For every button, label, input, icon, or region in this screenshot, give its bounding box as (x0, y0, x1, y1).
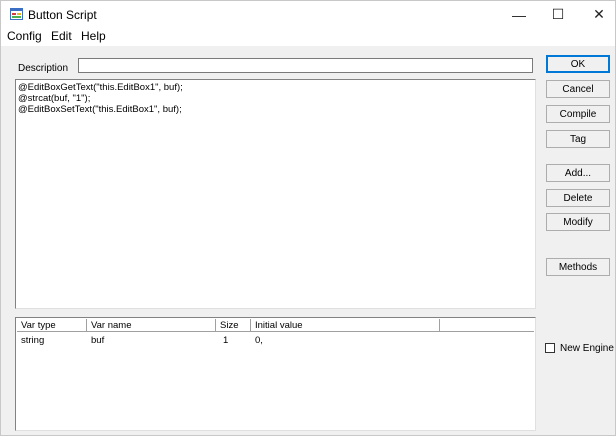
button-script-window: Button Script — ☐ ✕ Config Edit Help Des… (0, 0, 616, 436)
menu-help[interactable]: Help (81, 29, 106, 43)
delete-button[interactable]: Delete (546, 189, 610, 207)
app-icon (10, 8, 23, 20)
description-input[interactable] (78, 58, 533, 73)
variable-table-header: Var type Var name Size Initial value (17, 319, 534, 332)
script-line: @EditBoxSetText("this.EditBox1", buf); (18, 104, 182, 115)
add-button[interactable]: Add... (546, 164, 610, 182)
new-engine-checkbox[interactable] (545, 343, 555, 353)
title-bar: Button Script — ☐ ✕ (1, 1, 615, 28)
column-var-type[interactable]: Var type (17, 319, 87, 332)
cell-var-name: buf (91, 335, 105, 346)
cancel-button[interactable]: Cancel (546, 80, 610, 98)
new-engine-checkbox-group[interactable]: New Engine (545, 342, 614, 354)
window-title: Button Script (28, 8, 97, 22)
new-engine-label[interactable]: New Engine (560, 343, 614, 354)
ok-button[interactable]: OK (546, 55, 610, 73)
cell-var-type: string (21, 335, 45, 346)
column-size[interactable]: Size (216, 319, 251, 332)
compile-button[interactable]: Compile (546, 105, 610, 123)
cell-initial-value: 0, (255, 335, 263, 346)
minimize-button[interactable]: — (499, 1, 539, 28)
menu-config[interactable]: Config (7, 29, 42, 43)
close-button[interactable]: ✕ (579, 1, 616, 28)
column-var-name[interactable]: Var name (87, 319, 216, 332)
script-line: @strcat(buf, "1"); (18, 93, 91, 104)
menu-edit[interactable]: Edit (51, 29, 72, 43)
close-icon: ✕ (593, 6, 605, 22)
table-row[interactable]: string buf 1 0, (17, 335, 534, 347)
modify-button[interactable]: Modify (546, 213, 610, 231)
script-editor[interactable]: @EditBoxGetText("this.EditBox1", buf); @… (15, 79, 536, 309)
maximize-icon: ☐ (551, 6, 565, 22)
menu-bar: Config Edit Help (1, 28, 615, 46)
methods-button[interactable]: Methods (546, 258, 610, 276)
description-label: Description (18, 63, 69, 74)
column-initial-value[interactable]: Initial value (251, 319, 440, 332)
maximize-button[interactable]: ☐ (538, 1, 578, 28)
script-line: @EditBoxGetText("this.EditBox1", buf); (18, 82, 183, 93)
variable-table[interactable]: Var type Var name Size Initial value str… (15, 317, 536, 431)
column-extra[interactable] (440, 319, 534, 332)
cell-size: 1 (223, 335, 229, 346)
tag-button[interactable]: Tag (546, 130, 610, 148)
minimize-icon: — (512, 6, 526, 23)
